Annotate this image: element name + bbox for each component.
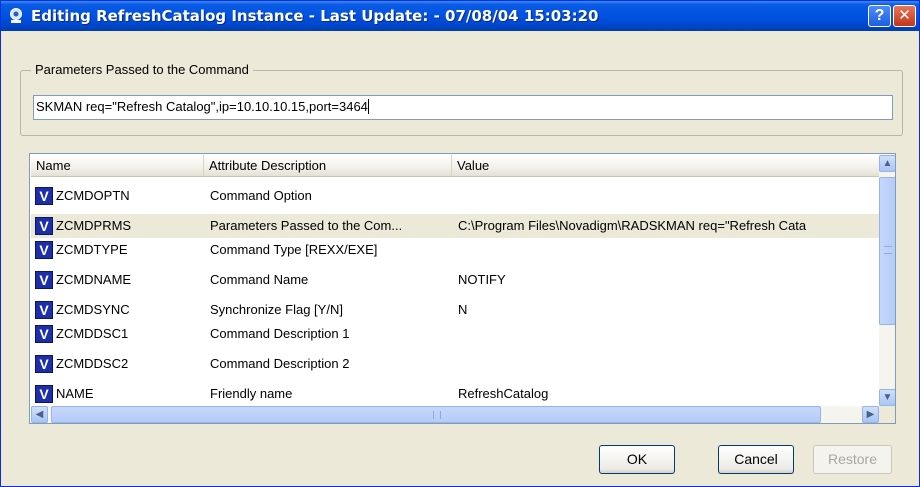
scroll-right-button[interactable]: ▶ bbox=[862, 406, 879, 423]
ok-button[interactable]: OK bbox=[599, 445, 675, 474]
close-button[interactable]: ✕ bbox=[893, 5, 916, 27]
vertical-scrollbar[interactable]: ▲ ▼ bbox=[879, 155, 895, 406]
grip-icon bbox=[433, 411, 441, 419]
variable-icon: V bbox=[35, 325, 53, 343]
table-row[interactable]: V ZCMDDSC2 Command Description 2 bbox=[31, 352, 879, 376]
scroll-down-button[interactable]: ▼ bbox=[879, 389, 895, 406]
row-name: ZCMDOPTN bbox=[56, 188, 130, 203]
help-button[interactable]: ? bbox=[868, 5, 891, 27]
column-header-value[interactable]: Value bbox=[452, 155, 879, 176]
row-description: Parameters Passed to the Com... bbox=[210, 218, 403, 233]
row-name: ZCMDDSC1 bbox=[56, 326, 129, 341]
row-name: ZCMDSYNC bbox=[56, 302, 130, 317]
row-value: N bbox=[458, 302, 468, 317]
horizontal-scroll-thumb[interactable] bbox=[51, 406, 821, 423]
row-name: ZCMDTYPE bbox=[56, 242, 128, 257]
row-value: C:\Program Files\Novadigm\RADSKMAN req="… bbox=[458, 218, 807, 233]
attributes-list[interactable]: Name Attribute Description Value V ZCMDO… bbox=[29, 153, 896, 424]
table-row[interactable]: V ZCMDDSC1 Command Description 1 bbox=[31, 322, 879, 346]
row-description: Command Description 1 bbox=[210, 326, 350, 341]
table-row[interactable]: V ZCMDNAME Command Name NOTIFY bbox=[31, 268, 879, 292]
parameters-input-text: SKMAN req="Refresh Catalog",ip=10.10.10.… bbox=[36, 99, 368, 114]
variable-icon: V bbox=[35, 355, 53, 373]
row-name: ZCMDNAME bbox=[56, 272, 132, 287]
text-caret bbox=[367, 99, 369, 114]
variable-icon: V bbox=[35, 217, 53, 235]
row-description: Command Option bbox=[210, 188, 312, 203]
row-value bbox=[458, 238, 879, 262]
scroll-left-button[interactable]: ◀ bbox=[31, 406, 48, 423]
table-row[interactable]: V NAME Friendly name RefreshCatalog bbox=[31, 382, 879, 406]
parameters-input[interactable]: SKMAN req="Refresh Catalog",ip=10.10.10.… bbox=[33, 95, 893, 120]
horizontal-scrollbar[interactable]: ◀ ▶ bbox=[31, 406, 879, 423]
title-bar[interactable]: Editing RefreshCatalog Instance - Last U… bbox=[1, 1, 919, 31]
variable-icon: V bbox=[35, 385, 53, 403]
restore-button[interactable]: Restore bbox=[813, 445, 892, 474]
window-title: Editing RefreshCatalog Instance - Last U… bbox=[31, 7, 599, 25]
row-name: ZCMDDSC2 bbox=[56, 356, 129, 371]
edit-instance-dialog: Editing RefreshCatalog Instance - Last U… bbox=[0, 0, 920, 487]
row-value bbox=[458, 352, 879, 376]
variable-icon: V bbox=[35, 241, 53, 259]
table-row[interactable]: V ZCMDSYNC Synchronize Flag [Y/N] N bbox=[31, 298, 879, 322]
row-value: NOTIFY bbox=[458, 272, 506, 287]
table-row[interactable]: V ZCMDTYPE Command Type [REXX/EXE] bbox=[31, 238, 879, 262]
list-header: Name Attribute Description Value bbox=[31, 155, 879, 177]
variable-icon: V bbox=[35, 301, 53, 319]
table-row[interactable]: V ZCMDPRMS Parameters Passed to the Com.… bbox=[31, 214, 879, 238]
parameters-group-label: Parameters Passed to the Command bbox=[31, 62, 253, 77]
scroll-up-button[interactable]: ▲ bbox=[879, 155, 895, 172]
vertical-scroll-thumb[interactable] bbox=[879, 177, 895, 325]
row-description: Command Description 2 bbox=[210, 356, 350, 371]
grip-icon bbox=[884, 246, 892, 254]
row-value bbox=[458, 322, 879, 346]
column-header-name[interactable]: Name bbox=[31, 155, 204, 176]
row-description: Command Type [REXX/EXE] bbox=[210, 242, 378, 257]
row-name: ZCMDPRMS bbox=[56, 218, 132, 233]
row-value: RefreshCatalog bbox=[458, 386, 549, 401]
column-header-description[interactable]: Attribute Description bbox=[204, 155, 452, 176]
variable-icon: V bbox=[35, 187, 53, 205]
scrollbar-corner bbox=[879, 406, 895, 423]
row-description: Friendly name bbox=[210, 386, 293, 401]
cancel-button[interactable]: Cancel bbox=[718, 445, 794, 474]
table-row[interactable]: V ZCMDOPTN Command Option bbox=[31, 184, 879, 208]
variable-icon: V bbox=[35, 271, 53, 289]
row-value bbox=[458, 184, 879, 208]
row-name: NAME bbox=[56, 386, 94, 401]
row-description: Synchronize Flag [Y/N] bbox=[210, 302, 343, 317]
app-icon bbox=[10, 8, 22, 23]
row-description: Command Name bbox=[210, 272, 309, 287]
